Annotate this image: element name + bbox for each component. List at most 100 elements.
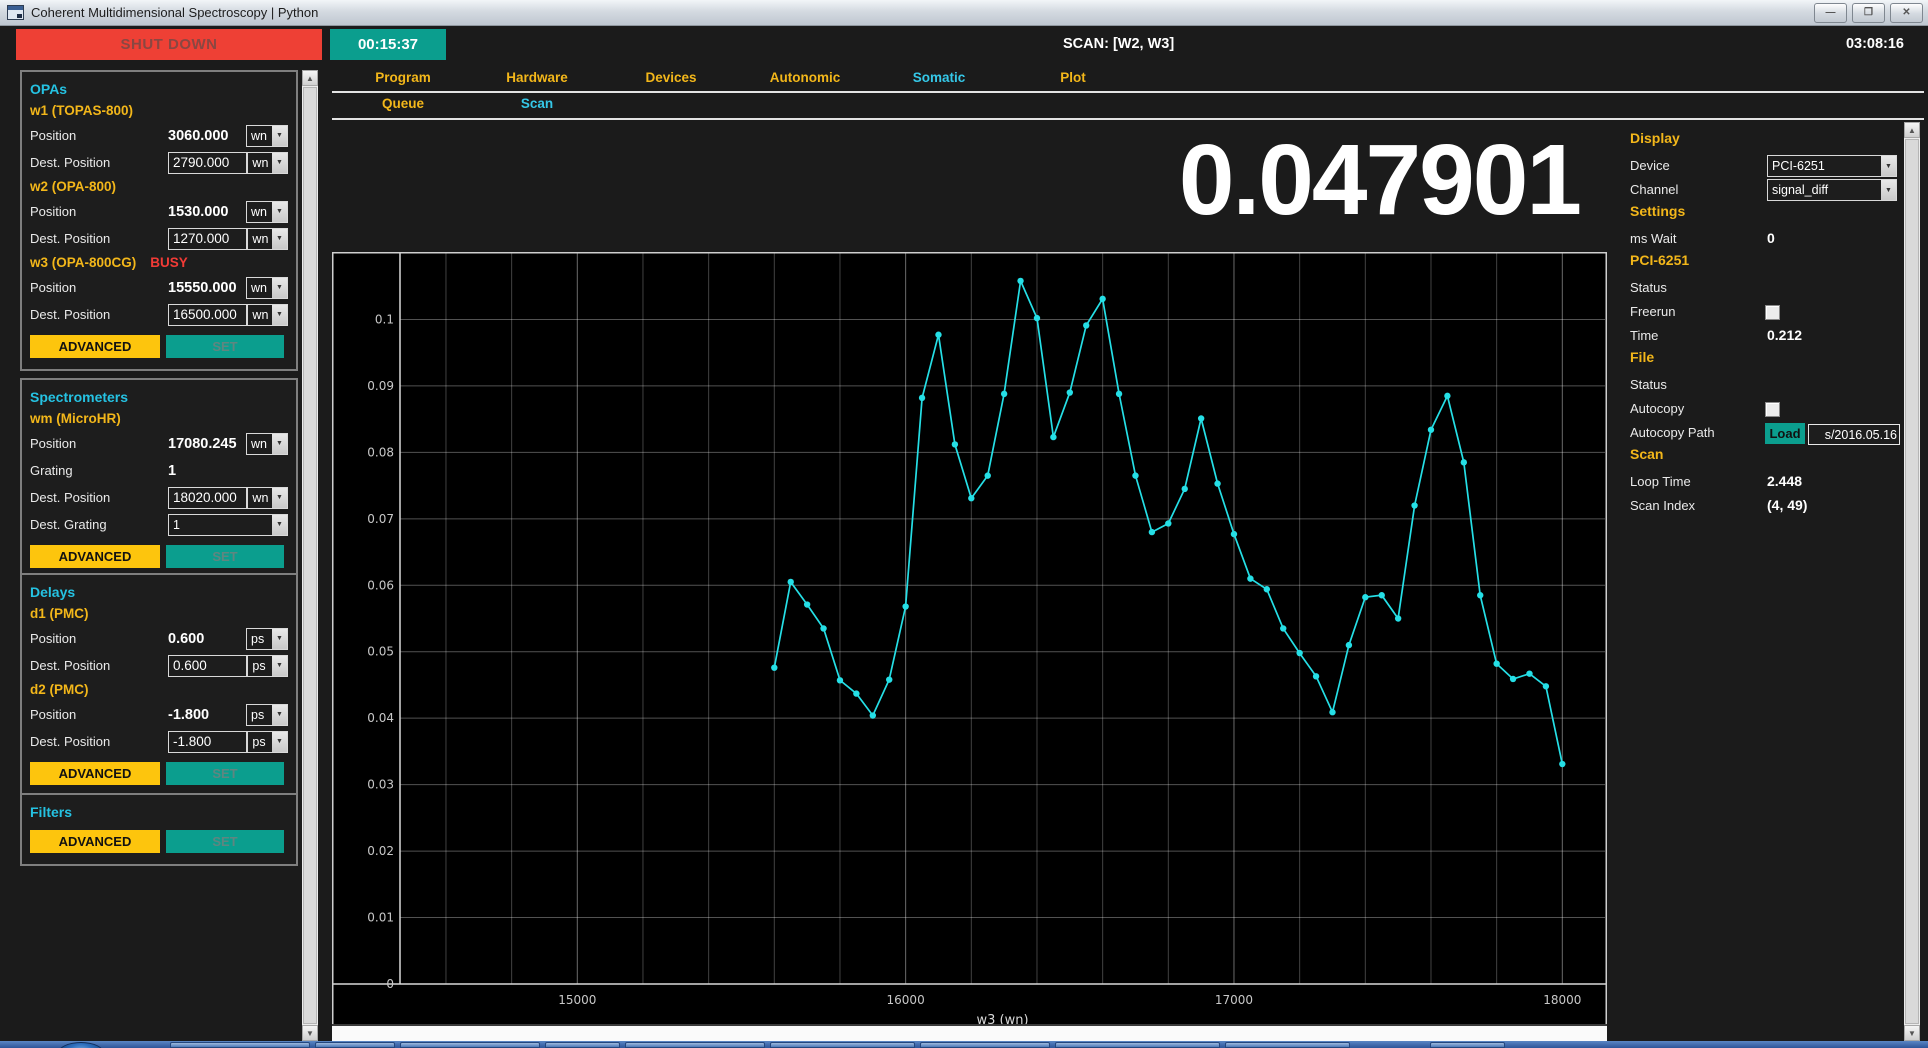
units-select[interactable]: wn▼ bbox=[246, 125, 288, 147]
position-value: 0.600 bbox=[168, 631, 246, 647]
units-select[interactable]: wn▼ bbox=[247, 152, 288, 174]
set-button[interactable]: SET bbox=[166, 335, 284, 358]
scroll-up-arrow-icon[interactable]: ▲ bbox=[1904, 122, 1920, 138]
taskbar-app[interactable] bbox=[400, 1042, 540, 1048]
window-titlebar: Coherent Multidimensional Spectroscopy |… bbox=[0, 0, 1928, 26]
tabbar-separator bbox=[332, 91, 1924, 93]
chevron-down-icon[interactable]: ▼ bbox=[1881, 156, 1896, 176]
advanced-button[interactable]: ADVANCED bbox=[30, 762, 160, 785]
tab-devices[interactable]: Devices bbox=[604, 70, 738, 85]
svg-text:0.02: 0.02 bbox=[367, 844, 394, 858]
taskbar-app[interactable] bbox=[1430, 1042, 1505, 1048]
autocopy-path-input[interactable]: s/2016.05.16 bbox=[1808, 424, 1900, 445]
chevron-down-icon[interactable]: ▼ bbox=[272, 656, 287, 676]
units-select[interactable]: ps▼ bbox=[247, 655, 288, 677]
chevron-down-icon[interactable]: ▼ bbox=[272, 705, 287, 725]
uptime-timer: 00:15:37 bbox=[330, 29, 446, 60]
units-select[interactable]: ps▼ bbox=[246, 704, 288, 726]
units-select[interactable]: wn▼ bbox=[247, 487, 288, 509]
scrollbar-thumb[interactable] bbox=[303, 87, 317, 1024]
dest-position-input[interactable]: 16500.000 bbox=[168, 304, 247, 326]
clock-label: 03:08:16 bbox=[1846, 36, 1904, 52]
row-label: Dest. Position bbox=[30, 155, 168, 170]
chevron-down-icon[interactable]: ▼ bbox=[1881, 180, 1896, 200]
dest-position-input[interactable]: 1270.000 bbox=[168, 228, 247, 250]
svg-text:16000: 16000 bbox=[887, 993, 925, 1007]
row-label: Grating bbox=[30, 463, 168, 478]
subtab-scan[interactable]: Scan bbox=[470, 96, 604, 111]
set-button[interactable]: SET bbox=[166, 545, 284, 568]
subtab-queue[interactable]: Queue bbox=[336, 96, 470, 111]
taskbar-app[interactable] bbox=[1055, 1042, 1220, 1048]
section-opas: OPAsw1 (TOPAS-800)Position3060.000wn▼Des… bbox=[20, 70, 298, 371]
dest-position-input[interactable]: 18020.000 bbox=[168, 487, 247, 509]
chevron-down-icon[interactable]: ▼ bbox=[272, 278, 287, 298]
close-button[interactable]: ✕ bbox=[1890, 3, 1923, 23]
scroll-down-arrow-icon[interactable]: ▼ bbox=[1904, 1025, 1920, 1041]
freerun-checkbox[interactable] bbox=[1765, 305, 1780, 320]
scrollbar-thumb[interactable] bbox=[1905, 139, 1919, 1024]
shutdown-button[interactable]: SHUT DOWN bbox=[16, 29, 322, 60]
units-select[interactable]: wn▼ bbox=[246, 433, 288, 455]
units-select[interactable]: wn▼ bbox=[246, 277, 288, 299]
advanced-button[interactable]: ADVANCED bbox=[30, 830, 160, 853]
primary-tabbar: ProgramHardwareDevicesAutonomicSomaticPl… bbox=[336, 70, 1140, 85]
chevron-down-icon[interactable]: ▼ bbox=[272, 629, 287, 649]
dest-position-input[interactable]: -1.800 bbox=[168, 731, 247, 753]
taskbar-app[interactable] bbox=[625, 1042, 765, 1048]
group-title-display: Display bbox=[1630, 130, 1680, 146]
set-button[interactable]: SET bbox=[166, 830, 284, 853]
restore-button[interactable]: ❐ bbox=[1852, 3, 1885, 23]
plot-canvas[interactable]: 00.010.020.030.040.050.060.070.080.090.1… bbox=[332, 252, 1607, 1027]
chevron-down-icon[interactable]: ▼ bbox=[272, 229, 287, 249]
bottom-scroll-strip[interactable] bbox=[332, 1024, 1607, 1041]
tab-program[interactable]: Program bbox=[336, 70, 470, 85]
chevron-down-icon[interactable]: ▼ bbox=[272, 488, 287, 508]
position-value: -1.800 bbox=[168, 707, 246, 723]
channel-select[interactable]: signal_diff▼ bbox=[1767, 179, 1897, 201]
chevron-down-icon[interactable]: ▼ bbox=[272, 434, 287, 454]
chevron-down-icon[interactable]: ▼ bbox=[272, 153, 287, 173]
units-select[interactable]: ps▼ bbox=[246, 628, 288, 650]
left-panel-scrollbar[interactable]: ▲ ▼ bbox=[302, 70, 318, 1041]
chevron-down-icon[interactable]: ▼ bbox=[272, 305, 287, 325]
scroll-up-arrow-icon[interactable]: ▲ bbox=[302, 70, 318, 86]
units-select[interactable]: wn▼ bbox=[247, 304, 288, 326]
taskbar-app[interactable] bbox=[170, 1042, 310, 1048]
scan-status-label: SCAN: [W2, W3] bbox=[1063, 36, 1174, 52]
taskbar-app[interactable] bbox=[1225, 1042, 1350, 1048]
taskbar-app[interactable] bbox=[770, 1042, 915, 1048]
tab-autonomic[interactable]: Autonomic bbox=[738, 70, 872, 85]
tab-hardware[interactable]: Hardware bbox=[470, 70, 604, 85]
taskbar-app[interactable] bbox=[920, 1042, 1050, 1048]
tab-plot[interactable]: Plot bbox=[1006, 70, 1140, 85]
main-scrollbar[interactable]: ▲ ▼ bbox=[1904, 122, 1920, 1041]
dest-position-input[interactable]: 0.600 bbox=[168, 655, 247, 677]
device-row: Dest. Position18020.000wn▼ bbox=[30, 484, 288, 511]
set-button[interactable]: SET bbox=[166, 762, 284, 785]
chevron-down-icon[interactable]: ▼ bbox=[272, 126, 287, 146]
units-select[interactable]: wn▼ bbox=[246, 201, 288, 223]
units-select[interactable]: ps▼ bbox=[247, 731, 288, 753]
chevron-down-icon[interactable]: ▼ bbox=[272, 515, 287, 535]
device-select[interactable]: PCI-6251▼ bbox=[1767, 155, 1897, 177]
units-select[interactable]: wn▼ bbox=[247, 228, 288, 250]
scroll-down-arrow-icon[interactable]: ▼ bbox=[302, 1025, 318, 1041]
minimize-button[interactable]: — bbox=[1814, 3, 1847, 23]
dest-position-input[interactable]: 2790.000 bbox=[168, 152, 247, 174]
taskbar-app[interactable] bbox=[545, 1042, 620, 1048]
dest-grating-select[interactable]: 1▼ bbox=[168, 514, 288, 536]
autocopy-checkbox[interactable] bbox=[1765, 402, 1780, 417]
windows-taskbar[interactable] bbox=[0, 1041, 1928, 1048]
start-orb-icon[interactable] bbox=[58, 1042, 104, 1048]
chevron-down-icon[interactable]: ▼ bbox=[272, 732, 287, 752]
chevron-down-icon[interactable]: ▼ bbox=[272, 202, 287, 222]
advanced-button[interactable]: ADVANCED bbox=[30, 545, 160, 568]
taskbar-app[interactable] bbox=[315, 1042, 395, 1048]
svg-text:0.06: 0.06 bbox=[367, 578, 394, 592]
load-button[interactable]: Load bbox=[1765, 423, 1805, 444]
tab-somatic[interactable]: Somatic bbox=[872, 70, 1006, 85]
units-select-value: wn bbox=[247, 437, 272, 451]
position-value: 1 bbox=[168, 463, 288, 479]
advanced-button[interactable]: ADVANCED bbox=[30, 335, 160, 358]
